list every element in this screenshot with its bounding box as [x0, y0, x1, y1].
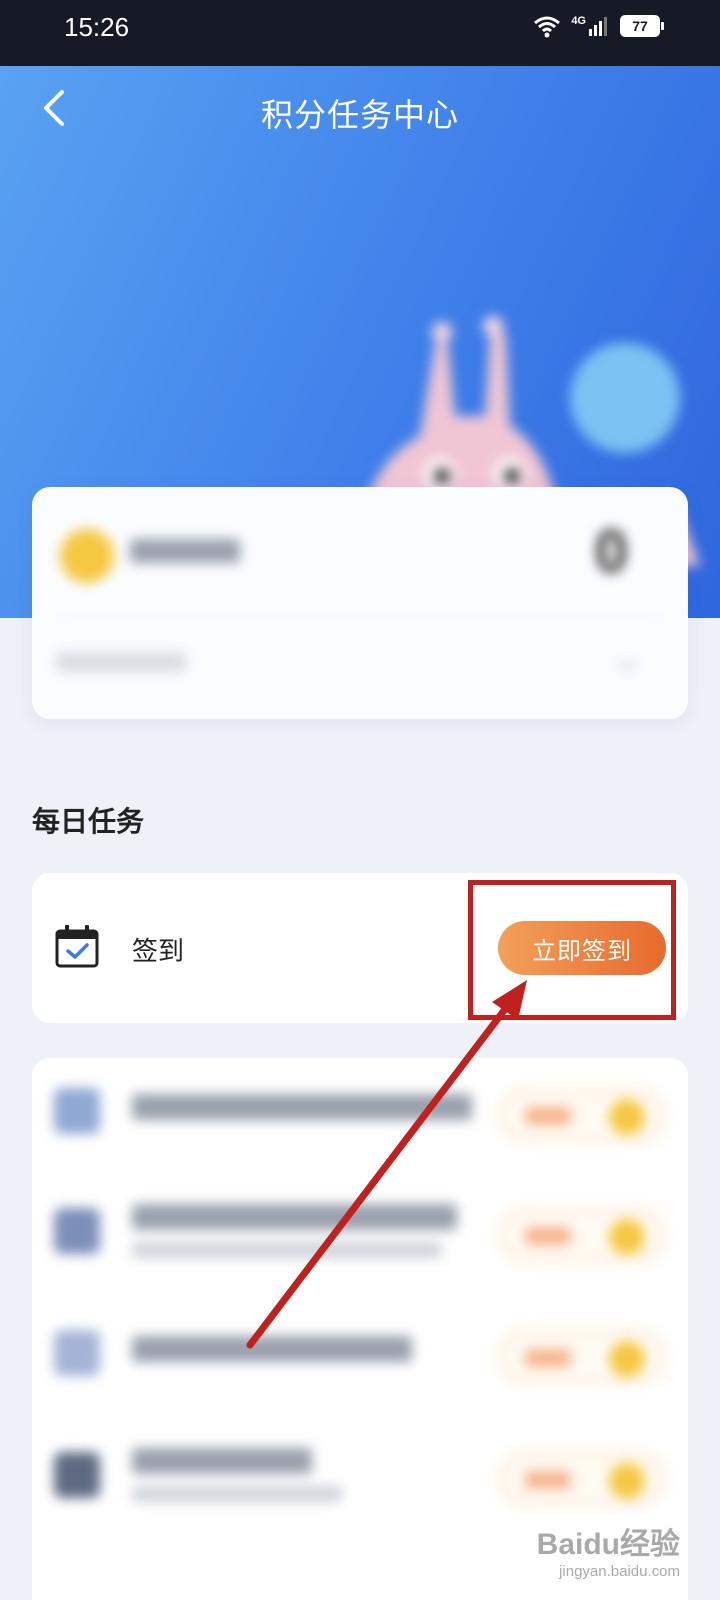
watermark-url: jingyan.baidu.com	[559, 1563, 680, 1580]
reward-pill[interactable]	[498, 1088, 666, 1142]
coin-icon	[609, 1341, 645, 1377]
page-title: 积分任务中心	[260, 96, 459, 134]
reward-text-blurred	[525, 1227, 571, 1245]
reward-pill[interactable]	[498, 1208, 666, 1262]
section-title-daily-tasks: 每日任务	[32, 805, 145, 838]
points-value: 0	[594, 518, 628, 585]
row-title-blurred	[132, 1448, 312, 1474]
wifi-icon	[534, 16, 561, 38]
reward-pill[interactable]	[498, 1452, 666, 1506]
user-icon	[54, 1452, 100, 1498]
list-item[interactable]	[32, 1058, 688, 1168]
points-card[interactable]: 0	[32, 487, 688, 719]
cart-icon	[54, 1330, 100, 1376]
coin-icon	[609, 1219, 645, 1255]
highlight-box-annotation	[468, 880, 676, 1020]
battery-icon: 77	[620, 15, 664, 37]
calendar-check-icon	[55, 925, 99, 968]
list-item[interactable]	[32, 1178, 688, 1288]
divider	[52, 617, 668, 618]
row-subtitle-blurred	[132, 1242, 442, 1258]
points-label-blurred	[130, 539, 240, 563]
reward-pill[interactable]	[498, 1330, 666, 1384]
watermark: Baidu经验 jingyan.baidu.com	[537, 1519, 680, 1580]
chevron-down-icon[interactable]	[617, 652, 637, 672]
list-item[interactable]	[32, 1300, 688, 1410]
row-title-blurred	[132, 1094, 472, 1120]
points-card-content: 0	[32, 487, 688, 719]
battery-level: 77	[632, 18, 648, 34]
list-item[interactable]	[32, 1422, 688, 1532]
network-type-label: 4G	[571, 15, 586, 27]
reward-text-blurred	[525, 1349, 571, 1367]
watermark-logo-text: Baidu经验	[536, 1528, 680, 1561]
points-date-blurred	[56, 652, 186, 672]
coin-icon	[609, 1099, 645, 1135]
signal-icon	[589, 17, 607, 36]
row-title-blurred	[132, 1204, 457, 1230]
reward-text-blurred	[525, 1107, 571, 1125]
reward-text-blurred	[525, 1471, 571, 1489]
status-time: 15:26	[64, 12, 130, 42]
coin-icon	[60, 529, 114, 583]
status-icons: 4G 77	[533, 14, 664, 38]
status-bar: 15:26 4G 77	[0, 0, 720, 66]
checkin-task-label: 签到	[132, 937, 185, 967]
document-icon	[54, 1088, 100, 1134]
coin-icon	[609, 1463, 645, 1499]
row-subtitle-blurred	[132, 1486, 342, 1502]
calendar-icon	[54, 1208, 100, 1254]
row-title-blurred	[132, 1336, 412, 1362]
